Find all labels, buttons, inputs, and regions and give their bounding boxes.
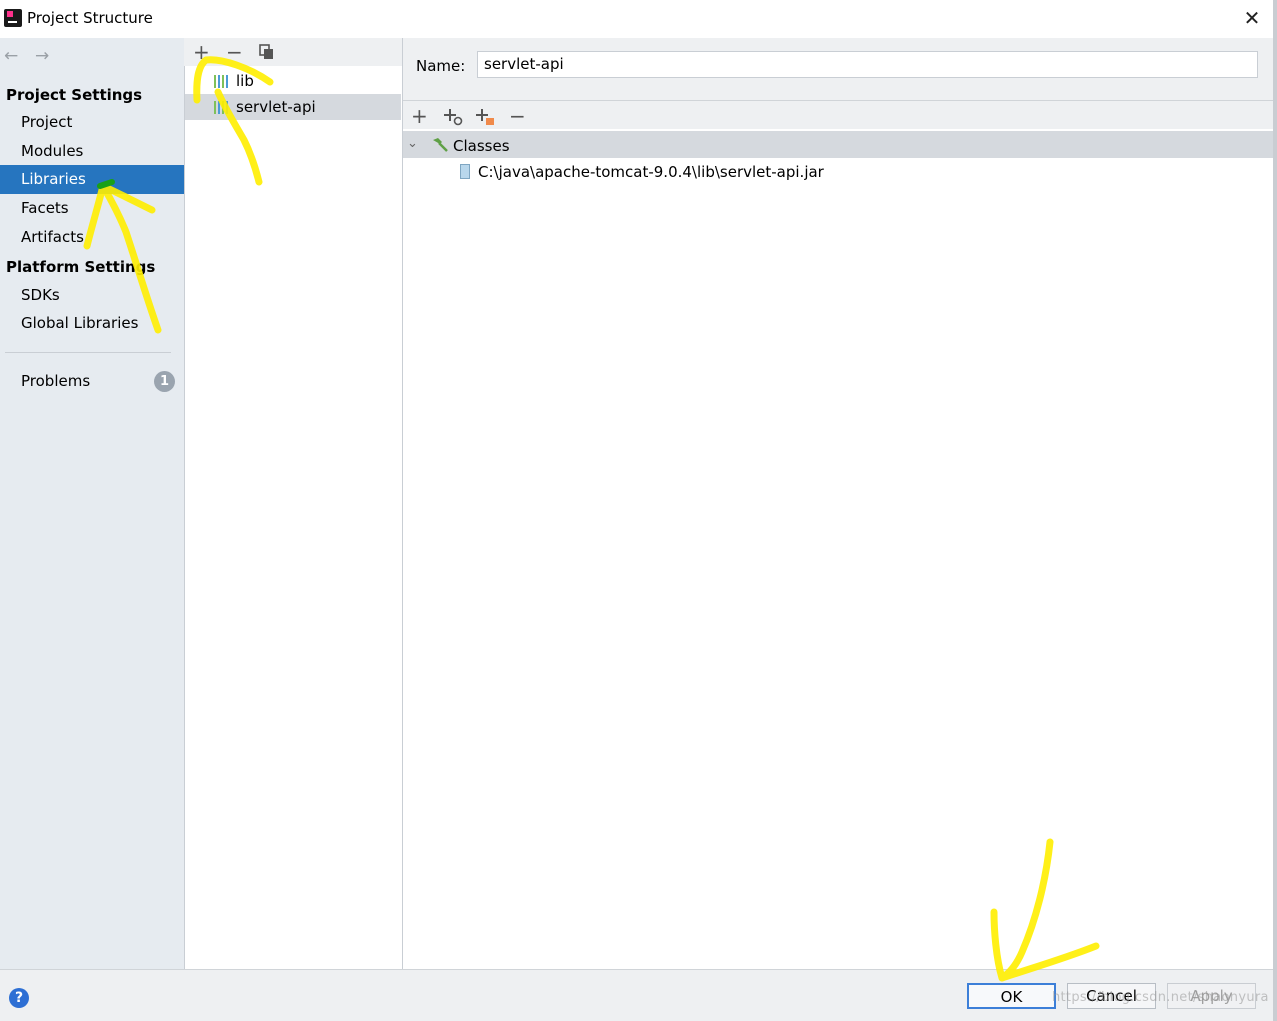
window-title: Project Structure xyxy=(27,9,153,27)
library-name-input[interactable]: servlet-api xyxy=(477,51,1258,78)
sidebar-item-modules[interactable]: Modules xyxy=(0,137,184,166)
add-native-icon[interactable] xyxy=(475,106,495,126)
libraries-toolbar xyxy=(184,38,402,66)
problems-count-badge: 1 xyxy=(154,371,175,392)
classes-toolbar xyxy=(403,101,1273,129)
remove-library-button[interactable]: − xyxy=(226,42,243,62)
hammer-icon xyxy=(431,137,449,157)
copy-icon[interactable] xyxy=(259,44,275,60)
intellij-app-icon xyxy=(4,9,22,27)
jar-icon xyxy=(460,164,470,179)
jar-path-entry[interactable]: C:\java\apache-tomcat-9.0.4\lib\servlet-… xyxy=(478,163,824,181)
library-name: lib xyxy=(236,72,254,90)
name-label: Name: xyxy=(416,57,466,75)
library-item-servlet-api[interactable]: servlet-api xyxy=(185,94,401,120)
classes-tree xyxy=(403,158,1273,969)
add-library-button[interactable]: + xyxy=(193,42,210,62)
classes-label: Classes xyxy=(453,137,510,155)
window-edge xyxy=(1273,0,1277,1021)
sidebar-divider xyxy=(5,352,171,353)
sidebar-item-sdks[interactable]: SDKs xyxy=(0,281,184,310)
platform-settings-header: Platform Settings xyxy=(6,258,156,276)
ok-button[interactable]: OK xyxy=(967,983,1056,1009)
sidebar-item-libraries[interactable]: Libraries xyxy=(0,165,184,194)
sidebar-item-facets[interactable]: Facets xyxy=(0,194,184,223)
watermark: https://blog.csdn.net/shaonyura xyxy=(1052,990,1269,1005)
library-icon xyxy=(214,101,228,114)
back-arrow-icon[interactable]: ← xyxy=(4,46,18,66)
title-bar xyxy=(0,0,1273,38)
forward-arrow-icon[interactable]: → xyxy=(35,46,49,66)
library-icon xyxy=(214,75,228,88)
classes-tree-node[interactable] xyxy=(403,131,1273,158)
libraries-list xyxy=(184,66,402,969)
help-icon[interactable]: ? xyxy=(9,988,29,1008)
add-icon[interactable]: + xyxy=(411,106,428,126)
library-item-lib[interactable]: lib xyxy=(185,68,401,94)
remove-icon[interactable]: − xyxy=(509,106,526,126)
library-name: servlet-api xyxy=(236,98,316,116)
project-settings-header: Project Settings xyxy=(6,86,143,104)
close-icon[interactable]: ✕ xyxy=(1240,6,1264,30)
sidebar-item-global-libraries[interactable]: Global Libraries xyxy=(0,309,184,338)
sidebar-item-artifacts[interactable]: Artifacts xyxy=(0,223,184,252)
sidebar-item-project[interactable]: Project xyxy=(0,108,184,137)
add-jar-url-icon[interactable] xyxy=(443,106,463,126)
chevron-down-icon[interactable]: ⌄ xyxy=(407,136,418,151)
